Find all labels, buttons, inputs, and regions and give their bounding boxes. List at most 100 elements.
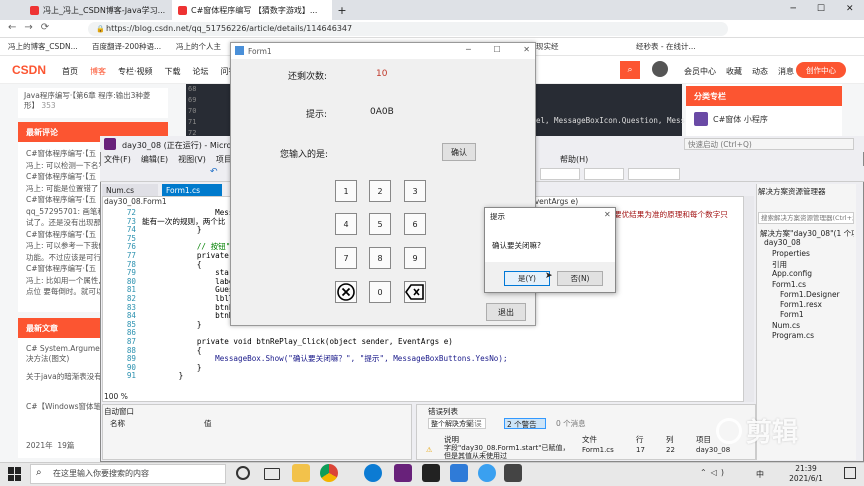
cortana-icon[interactable] — [236, 466, 250, 480]
app-icon[interactable] — [478, 464, 496, 482]
menu-help[interactable]: 帮助(H) — [560, 154, 588, 165]
code-line[interactable]: } — [142, 363, 742, 373]
input-language[interactable]: 中 — [756, 469, 764, 480]
code-line[interactable]: private void btnRePlay_Click(object send… — [142, 337, 742, 347]
solution-explorer-search[interactable]: 搜索解决方案资源管理器(Ctrl+;) — [758, 212, 854, 224]
undo-icon[interactable]: ↶ — [210, 167, 218, 177]
confirm-button[interactable]: 确认 — [442, 143, 476, 161]
key-5[interactable]: 5 — [369, 213, 391, 235]
key-4[interactable]: 4 — [335, 213, 357, 235]
nav-blog[interactable]: 博客 — [90, 66, 106, 77]
back-icon[interactable]: ← — [8, 22, 24, 33]
browser-tab-2[interactable]: C#窗体程序编写 【猜数字游戏】... — [172, 0, 332, 20]
nav-column[interactable]: 专栏·视频 — [118, 66, 153, 77]
windows-start-icon[interactable] — [8, 467, 22, 481]
key-3[interactable]: 3 — [404, 180, 426, 202]
nav-messages[interactable]: 消息 — [778, 66, 794, 77]
nav-home[interactable]: 首页 — [62, 66, 78, 77]
archive-year[interactable]: 2021年 19篇 — [26, 440, 74, 451]
key-0[interactable]: 0 — [369, 281, 391, 303]
solution-tree-item[interactable]: Properties — [772, 249, 854, 258]
solution-tree-item[interactable]: Form1.resx — [780, 300, 854, 309]
create-center-button[interactable]: 创作中心 — [796, 62, 846, 78]
solution-tree-item[interactable]: Form1.cs — [772, 280, 854, 289]
visual-studio-icon[interactable] — [394, 464, 412, 482]
close-icon[interactable]: ✕ — [523, 45, 530, 54]
csdn-search-button[interactable]: ⌕ — [620, 61, 640, 79]
key-2[interactable]: 2 — [369, 180, 391, 202]
nav-vip[interactable]: 会员中心 — [684, 66, 716, 77]
key-6[interactable]: 6 — [404, 213, 426, 235]
clear-button[interactable] — [335, 281, 357, 303]
key-9[interactable]: 9 — [404, 247, 426, 269]
yes-button[interactable]: 是(Y) — [504, 271, 550, 286]
bookmark-3[interactable]: 冯上的个人主 — [176, 41, 236, 52]
explorer-icon[interactable] — [292, 464, 310, 482]
nav-forum[interactable]: 论坛 — [193, 66, 209, 77]
task-view-icon[interactable] — [264, 468, 280, 480]
toolbar-dropdown[interactable] — [628, 168, 680, 180]
no-button[interactable]: 否(N) — [557, 271, 603, 286]
forward-icon[interactable]: → — [24, 22, 40, 33]
browser-tab-1[interactable]: 冯上_冯上_CSDN博客-Java学习... — [24, 0, 172, 20]
reload-icon[interactable]: ⟳ — [41, 22, 57, 33]
doc-tab-num[interactable]: Num.cs — [102, 184, 158, 196]
toolbar-dropdown[interactable] — [584, 168, 624, 180]
csdn-logo[interactable]: CSDN — [12, 63, 46, 77]
terminal-icon[interactable] — [422, 464, 440, 482]
error-row[interactable]: ⚠ 字段"day30_08.Form1.start"已赋值，但是其值从未使用过 … — [420, 444, 754, 460]
app-icon[interactable] — [504, 464, 522, 482]
zoom-level[interactable]: 100 % — [104, 392, 128, 401]
method-navigator[interactable]: EventArgs e) — [530, 197, 630, 207]
nav-favorites[interactable]: 收藏 — [726, 66, 742, 77]
quick-launch-input[interactable]: 快速启动 (Ctrl+Q) — [684, 138, 854, 150]
edge-icon[interactable] — [364, 464, 382, 482]
exit-button[interactable]: 退出 — [486, 303, 526, 321]
maximize-icon[interactable]: ☐ — [817, 4, 825, 16]
new-tab-icon[interactable]: + — [336, 4, 348, 17]
code-line[interactable]: } — [142, 372, 742, 381]
address-bar[interactable]: https://blog.csdn.net/qq_51756226/articl… — [88, 22, 728, 36]
dialog-close-icon[interactable]: ✕ — [604, 210, 611, 219]
doc-tab-form1[interactable]: Form1.cs — [162, 184, 222, 196]
key-1[interactable]: 1 — [335, 180, 357, 202]
nav-download[interactable]: 下载 — [165, 66, 181, 77]
bookmark-4[interactable]: 现实经 — [536, 41, 576, 52]
key-7[interactable]: 7 — [335, 247, 357, 269]
nav-dynamic[interactable]: 动态 — [752, 66, 768, 77]
errors-filter-button[interactable]: 0 个错误 — [452, 418, 482, 429]
avatar[interactable] — [652, 61, 668, 77]
clock[interactable]: 21:39 2021/6/1 — [776, 464, 836, 484]
minimize-icon[interactable]: ─ — [466, 45, 471, 54]
bookmark-1[interactable]: 冯上的博客_CSDN... — [8, 41, 88, 52]
menu-file[interactable]: 文件(F) — [104, 154, 131, 165]
solution-tree-item[interactable]: App.config — [772, 269, 854, 278]
code-line[interactable]: MessageBox.Show("确认要关闭嘛？", "提示", Message… — [142, 354, 742, 364]
network-icon[interactable]: ⌃ — [700, 468, 711, 477]
category-item[interactable]: C#窗体 小程序 — [694, 112, 768, 126]
chrome-icon[interactable] — [320, 464, 338, 482]
menu-edit[interactable]: 编辑(E) — [141, 154, 168, 165]
maximize-icon[interactable]: ☐ — [493, 45, 500, 54]
app-icon[interactable] — [450, 464, 468, 482]
solution-tree-item[interactable]: Num.cs — [772, 321, 854, 330]
bookmark-5[interactable]: 经秒表 - 在线计... — [636, 41, 706, 52]
solution-tree-item[interactable]: Form1.Designer — [780, 290, 854, 299]
sidebar-article[interactable]: Java程序编写·【第6章 程序:输出3种菱形】 353 — [18, 88, 168, 118]
solution-tree-item[interactable]: day30_08 — [764, 238, 854, 247]
close-icon[interactable]: ✕ — [846, 4, 854, 16]
minimize-icon[interactable]: ─ — [790, 4, 795, 16]
solution-tree-item[interactable]: Form1 — [780, 310, 854, 319]
menu-view[interactable]: 视图(V) — [178, 154, 206, 165]
taskbar-search[interactable]: 在这里输入你要搜索的内容 — [30, 464, 226, 484]
key-8[interactable]: 8 — [369, 247, 391, 269]
volume-icon[interactable]: ◁) — [711, 468, 728, 477]
warnings-filter-button[interactable]: 2 个警告 — [504, 418, 546, 429]
messages-filter-button[interactable]: 0 个消息 — [556, 418, 586, 429]
notification-icon[interactable] — [844, 467, 856, 479]
editor-scrollbar[interactable] — [744, 196, 754, 402]
toolbar-dropdown[interactable] — [540, 168, 580, 180]
bookmark-2[interactable]: 百度翻译-200种语... — [92, 41, 172, 52]
solution-tree-item[interactable]: Program.cs — [772, 331, 854, 340]
backspace-button[interactable] — [404, 281, 426, 303]
